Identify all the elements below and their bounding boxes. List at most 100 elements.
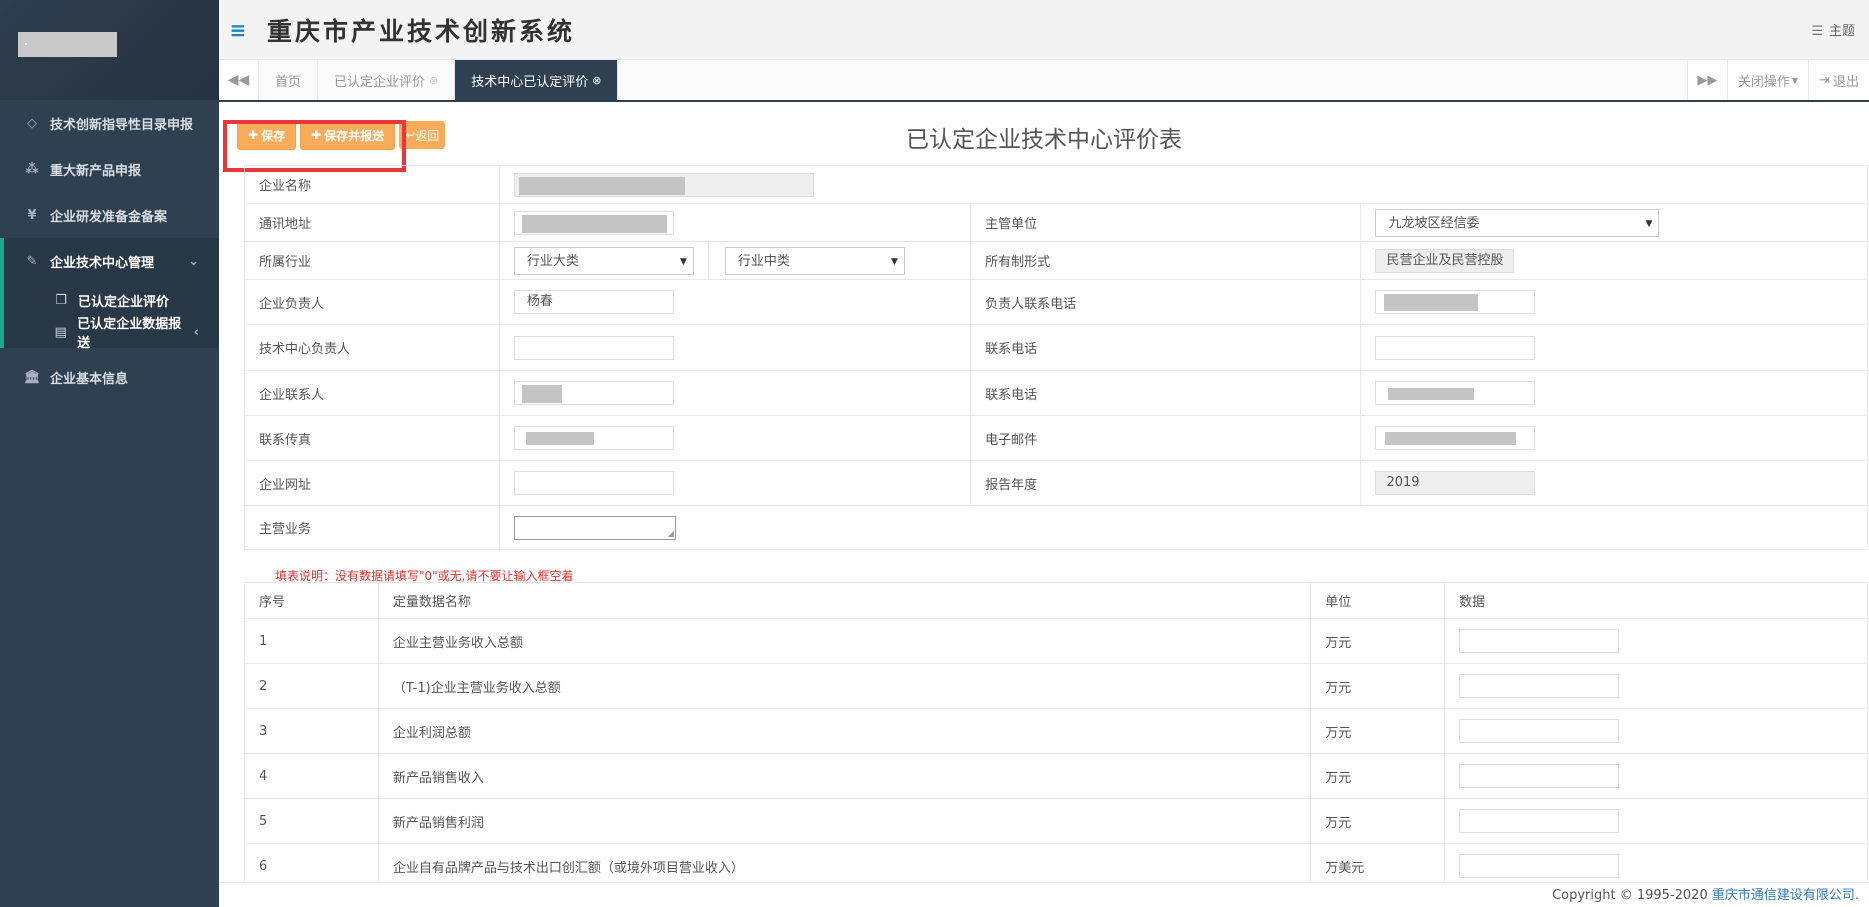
row-name: 企业利润总额 (377, 708, 1312, 754)
table-row: 4 新产品销售收入 万元 (244, 753, 1868, 799)
legal-person-cell: 杨春 (498, 279, 972, 325)
sidebar-item-rd-reserve[interactable]: ¥ 企业研发准备金备案 (0, 192, 219, 238)
sidebar-item-directory[interactable]: ◇ 技术创新指导性目录申报 (0, 100, 219, 146)
yen-icon: ¥ (27, 207, 37, 223)
label-website: 企业网址 (244, 460, 500, 506)
sidebar-subitem-data-report[interactable]: ▤ 已认定企业数据报送 ‹ (4, 316, 219, 351)
row-unit: 万元 (1310, 663, 1446, 709)
sidebar-subitem-label: 已认定企业数据报送 (77, 317, 182, 351)
address-field[interactable] (513, 210, 674, 235)
close-icon[interactable]: ⊗ (429, 74, 438, 87)
row-unit: 万元 (1310, 753, 1446, 799)
industry-major-select[interactable]: 行业大类 ▼ (513, 246, 694, 275)
contact-field[interactable] (513, 381, 674, 405)
reply-icon: ↩ (405, 128, 416, 142)
row-no: 6 (244, 843, 379, 882)
list-icon: ☰ (1811, 24, 1823, 39)
tabs-scroll-right-icon[interactable]: ▶▶ (1686, 60, 1727, 100)
row-unit: 万美元 (1310, 843, 1446, 882)
label-ownership: 所有制形式 (970, 241, 1362, 280)
sidebar-item-basic-info[interactable]: 🏛 企业基本信息 (0, 354, 219, 400)
table-row: 联系传真 电子邮件 (244, 415, 1868, 461)
center-head-field[interactable] (513, 335, 674, 360)
ownership-field: 民营企业及民营控股 (1375, 248, 1515, 273)
row-value-cell (1444, 843, 1868, 882)
table-row: 企业负责人 杨春 负责人联系电话 (244, 279, 1868, 325)
tab-tech-center-evaluation[interactable]: 技术中心已认定评价 ⊗ (455, 60, 619, 100)
table-row: 5 新产品销售利润 万元 (244, 798, 1868, 844)
redacted-block (521, 214, 667, 233)
form-title: 已认定企业技术中心评价表 (906, 127, 1182, 153)
ownership-cell: 民营企业及民营控股 (1360, 241, 1868, 280)
email-field[interactable] (1375, 426, 1536, 450)
contact-phone-field[interactable] (1375, 381, 1536, 405)
label-supervisor: 主管单位 (970, 203, 1362, 242)
supervisor-select[interactable]: 九龙坡区经信委 ▼ (1375, 208, 1660, 237)
row-value-input[interactable] (1459, 674, 1620, 698)
sidebar-item-new-product[interactable]: ⁂ 重大新产品申报 (0, 146, 219, 192)
back-button[interactable]: ↩ 返回 (399, 121, 446, 149)
label-company-name: 企业名称 (244, 165, 500, 204)
center-head-cell (498, 324, 972, 371)
menu-toggle-icon[interactable]: ≡ (219, 18, 257, 42)
center-phone-field[interactable] (1375, 335, 1536, 360)
company-name-field[interactable] (513, 172, 814, 197)
legal-person-value: 杨春 (526, 294, 553, 309)
sidebar-profile (0, 0, 219, 100)
row-unit: 万元 (1310, 618, 1446, 664)
sidebar-item-label: 企业技术中心管理 (50, 255, 155, 271)
label-legal-person: 企业负责人 (244, 279, 500, 325)
row-no: 4 (244, 753, 379, 799)
legal-person-field[interactable]: 杨春 (513, 290, 674, 314)
industry-mid-value: 行业中类 (737, 253, 790, 269)
logout-label: 退出 (1832, 74, 1859, 90)
table-row: 所属行业 行业大类 ▼ 行业中类 ▼ 所有制形式 民营企业及民营控股 (244, 241, 1868, 280)
page-footer: Copyright © 1995-2020 重庆市通信建设有限公司. (219, 882, 1869, 907)
label-email: 电子邮件 (970, 415, 1362, 461)
table-row: 技术中心负责人 联系电话 (244, 324, 1868, 371)
label-main-business: 主营业务 (244, 505, 500, 550)
company-link[interactable]: 重庆市通信建设有限公司. (1712, 888, 1859, 903)
row-value-input[interactable] (1459, 809, 1620, 833)
close-operations-dropdown[interactable]: 关闭操作 ▼ (1726, 60, 1809, 100)
chevron-down-icon: ⌄ (188, 253, 199, 269)
basic-info-table: 企业名称 通讯地址 主管单位 九龙坡区经信委 ▼ 所属行业 行业大类 ▼ 行业中… (244, 165, 1869, 550)
industry-mid-select[interactable]: 行业中类 ▼ (724, 246, 905, 275)
main-business-textarea[interactable]: ◢ (513, 515, 676, 540)
sidebar-item-tech-center[interactable]: ✎ 企业技术中心管理 ⌄ (4, 238, 219, 284)
main-content: 已认定企业技术中心评价表 ✚保存 ✚保存并报送 ↩返回 企业名称 通讯地址 (219, 102, 1869, 882)
sidebar-group-tech-center: ✎ 企业技术中心管理 ⌄ ❐ 已认定企业评价 ▤ 已认定企业数据报送 ‹ (0, 238, 219, 351)
sidebar-subitem-label: 已认定企业评价 (78, 294, 170, 310)
close-icon[interactable]: ⊗ (592, 74, 601, 87)
table-row: 主营业务 ◢ (244, 505, 1869, 550)
close-operations-label: 关闭操作 (1737, 74, 1790, 90)
table-row: 3 企业利润总额 万元 (244, 708, 1868, 754)
logout-button[interactable]: ⇥ 退出 (1808, 60, 1869, 100)
legal-phone-field[interactable] (1375, 290, 1536, 314)
row-no: 1 (244, 618, 379, 664)
top-header: ≡ 重庆市产业技术创新系统 ☰ 主题 (219, 0, 1869, 60)
label-center-head: 技术中心负责人 (244, 324, 500, 371)
row-name: （T-1)企业主营业务收入总额 (377, 663, 1312, 709)
row-value-input[interactable] (1459, 719, 1620, 743)
redacted-block (1384, 294, 1479, 311)
row-value-input[interactable] (1459, 764, 1620, 788)
col-header-name: 定量数据名称 (377, 582, 1312, 619)
tab-home[interactable]: 首页 (259, 60, 319, 100)
theme-button[interactable]: ☰ 主题 (1811, 20, 1855, 39)
company-name-cell (498, 165, 1869, 204)
row-value-input[interactable] (1459, 854, 1620, 878)
sidebar-nav: ◇ 技术创新指导性目录申报 ⁂ 重大新产品申报 ¥ 企业研发准备金备案 ✎ 企业… (0, 100, 219, 400)
tab-evaluation[interactable]: 已认定企业评价 ⊗ (318, 60, 456, 100)
sidebar-subitem-evaluation[interactable]: ❐ 已认定企业评价 (4, 284, 219, 316)
sidebar: ◇ 技术创新指导性目录申报 ⁂ 重大新产品申报 ¥ 企业研发准备金备案 ✎ 企业… (0, 0, 219, 907)
resize-grip-icon: ◢ (667, 528, 674, 538)
table-row: 通讯地址 主管单位 九龙坡区经信委 ▼ (244, 203, 1868, 242)
row-unit: 万元 (1310, 708, 1446, 754)
website-field[interactable] (513, 471, 674, 495)
row-value-input[interactable] (1459, 629, 1620, 653)
theme-label: 主题 (1828, 24, 1855, 39)
table-row: 6 企业自有品牌产品与技术出口创汇额（或境外项目营业收入） 万美元 (244, 843, 1868, 882)
fax-field[interactable] (513, 426, 674, 450)
tabs-scroll-left-icon[interactable]: ◀◀ (219, 60, 259, 100)
